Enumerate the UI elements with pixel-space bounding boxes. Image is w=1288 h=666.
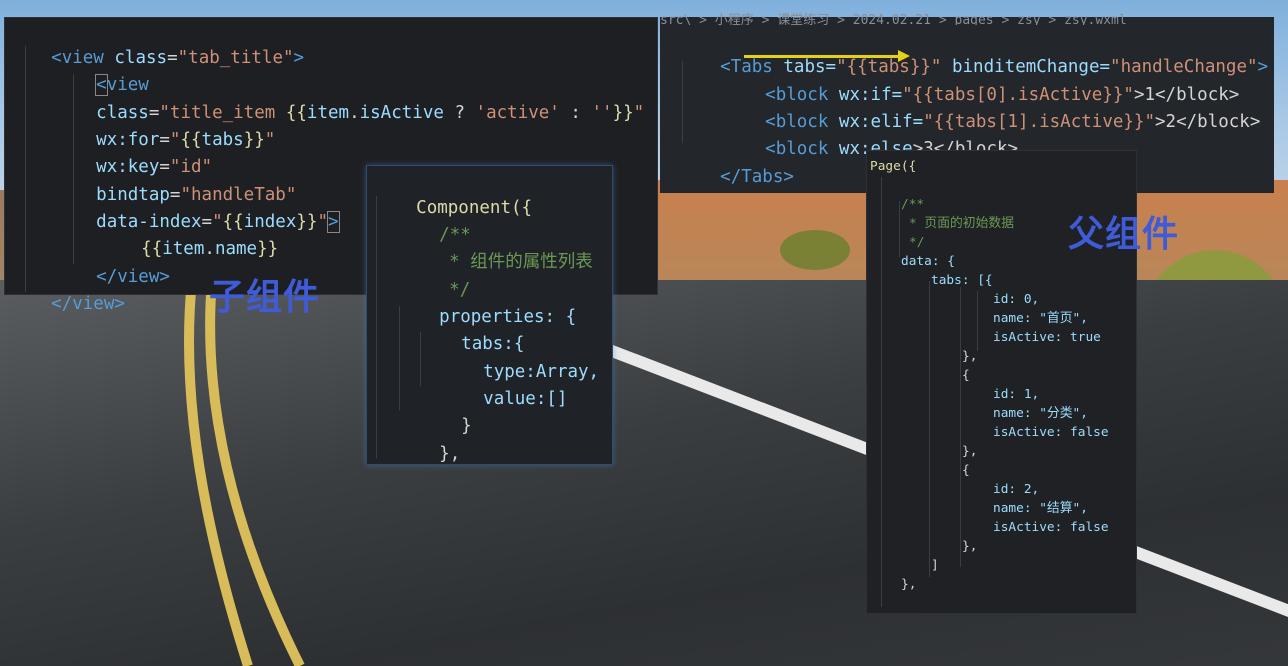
indent-guide — [929, 281, 930, 577]
indent-guide — [881, 177, 882, 607]
code-line-2: /** — [901, 197, 925, 212]
code-line-10: }, — [439, 444, 461, 465]
code-line-1: Page({ — [870, 159, 917, 174]
code-line-4: */ — [909, 235, 925, 250]
code-line-5: data: { — [901, 254, 955, 269]
code-line-15: }, — [962, 444, 978, 459]
highlight-arrow — [744, 55, 902, 58]
parent-component-label: 父组件 — [1068, 214, 1180, 255]
breadcrumb: src\ > 小程序 > 课堂练习 > 2024.02.21 > pages >… — [660, 13, 1127, 25]
code-line-19: isActive: false — [993, 520, 1109, 535]
code-line-14: isActive: false — [993, 425, 1109, 440]
indent-guide — [977, 291, 978, 351]
code-line-7: id: 0, — [993, 292, 1040, 307]
bush — [780, 230, 850, 270]
code-line-12: id: 1, — [993, 387, 1040, 402]
code-line-21: ] — [931, 558, 939, 573]
code-line-9: isActive: true — [993, 330, 1101, 345]
code-line-13: name: "分类", — [993, 406, 1088, 421]
arrow-head-icon — [898, 50, 910, 62]
indent-guide — [899, 201, 900, 257]
component-js-editor[interactable]: Component({ /** * 组件的属性列表 */ properties:… — [366, 165, 613, 465]
code-line-5: </Tabs> — [720, 167, 794, 188]
indent-guide — [960, 287, 961, 567]
code-line-3: * 页面的初始数据 — [909, 216, 1014, 231]
code-line-10: }, — [962, 349, 978, 364]
code-line-8: name: "首页", — [993, 311, 1088, 326]
code-line-22: }, — [901, 577, 917, 592]
code-line-18: name: "结算", — [993, 501, 1088, 516]
code-line-16: { — [962, 463, 970, 478]
code-line-6: tabs: [{ — [931, 273, 993, 288]
child-component-label: 子组件 — [209, 277, 321, 318]
code-line-20: }, — [962, 539, 978, 554]
code-line-10: </view> — [51, 294, 125, 315]
code-line-17: id: 2, — [993, 482, 1040, 497]
code-line-11: { — [962, 368, 970, 383]
